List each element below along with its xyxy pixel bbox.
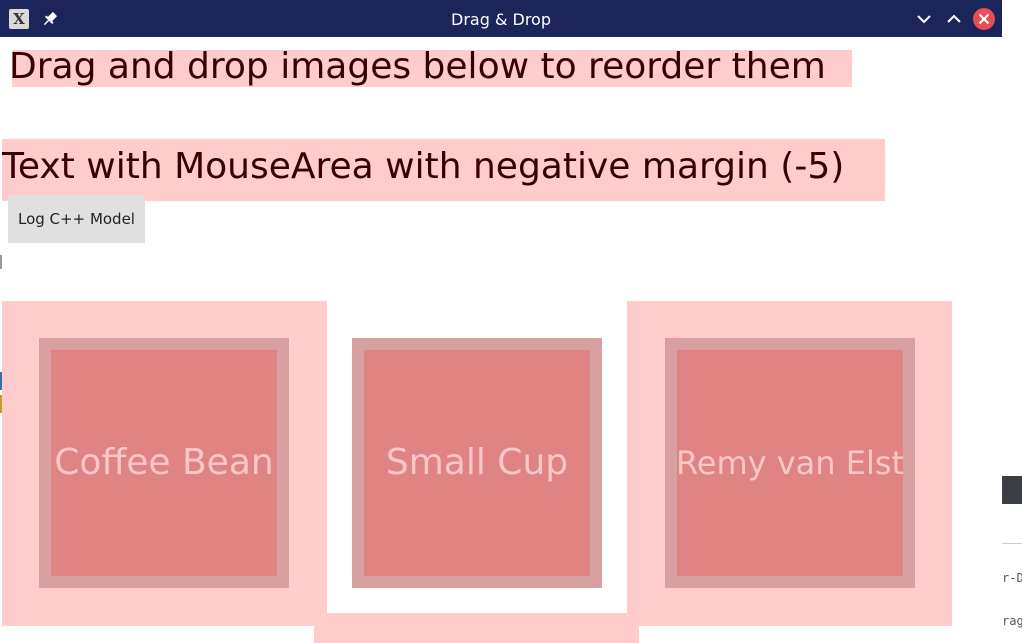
close-icon [978,13,990,25]
pin-icon[interactable] [40,9,60,29]
tile-label: Small Cup [385,442,569,483]
background-window-divider [1002,543,1022,544]
window-title: Drag & Drop [451,10,551,29]
chevron-up-icon[interactable] [943,8,965,30]
background-window-text: r-D [1002,571,1022,585]
title-bar[interactable]: Drag & Drop X [0,0,1002,37]
window-edge-mark [0,255,2,269]
background-window-bar [1002,476,1022,504]
app-icon[interactable]: X [9,9,29,29]
window-edge-mark [0,372,2,390]
background-window [1002,0,1022,643]
mousearea-text[interactable]: Text with MouseArea with negative margin… [2,139,885,201]
tile-label: Coffee Bean [54,442,274,483]
instruction-text: Drag and drop images below to reorder th… [9,49,852,87]
app-window: Drag & Drop X Drag and drop images below… [0,0,1002,643]
background-window-text: rag [1002,614,1022,628]
window-edge-mark [0,395,2,413]
mousearea-label: Text with MouseArea with negative margin… [2,146,845,187]
draggable-tile[interactable]: Coffee Bean [39,338,289,588]
drop-highlight [314,613,639,643]
chevron-down-icon[interactable] [913,8,935,30]
draggable-tile[interactable]: Remy van Elst [665,338,915,588]
tile-label: Remy van Elst [675,444,905,482]
close-button[interactable] [973,8,995,30]
log-cpp-model-button[interactable]: Log C++ Model [8,195,145,243]
instruction-label: Drag and drop images below to reorder th… [9,46,826,87]
draggable-tile[interactable]: Small Cup [352,338,602,588]
